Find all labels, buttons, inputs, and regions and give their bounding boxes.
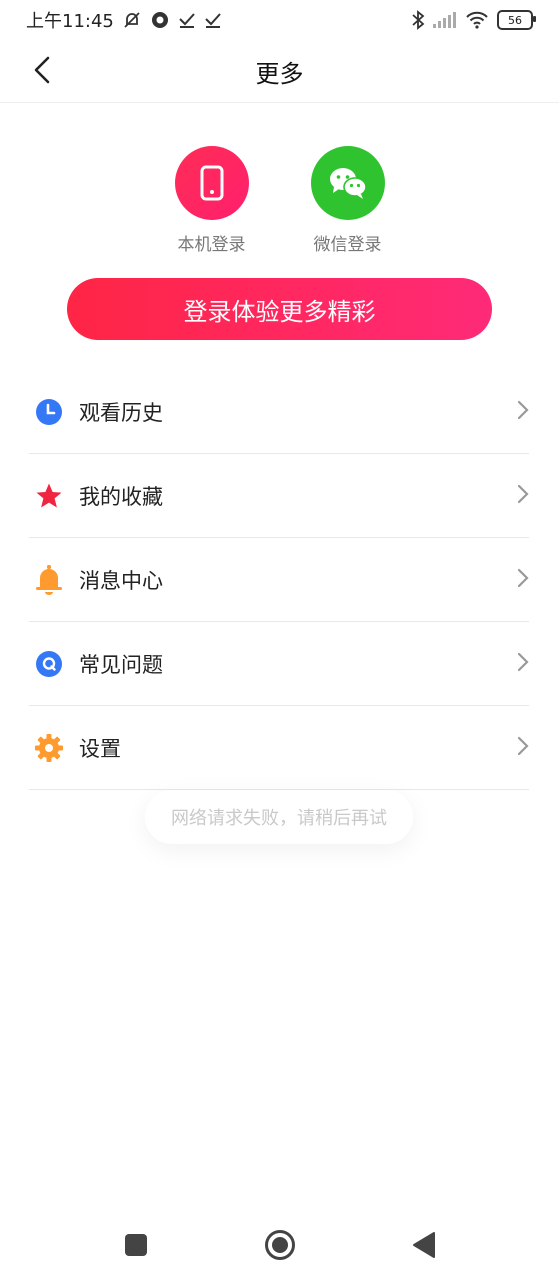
menu-item-history[interactable]: 观看历史 (29, 370, 529, 454)
screen: 上午11:45 56 更多 本机登录 微信登录 登录体验更多精彩 观看历史 我的… (0, 0, 559, 1280)
menu-item-label: 设置 (79, 736, 121, 761)
star-icon (33, 480, 65, 512)
menu-item-faq[interactable]: 常见问题 (29, 622, 529, 706)
mute-bell-icon (122, 10, 142, 30)
menu-item-label: 观看历史 (79, 400, 163, 425)
status-bar: 上午11:45 56 (0, 0, 559, 40)
menu-item-settings[interactable]: 设置 (29, 706, 529, 790)
chevron-right-icon (517, 736, 529, 756)
battery-indicator: 56 (497, 10, 536, 30)
location-icon (150, 10, 170, 30)
menu-item-label: 常见问题 (79, 652, 163, 677)
chevron-right-icon (517, 652, 529, 672)
back-nav-button[interactable] (404, 1225, 444, 1265)
menu-item-label: 消息中心 (79, 568, 163, 593)
phone-login-label: 本机登录 (177, 235, 246, 255)
signal-icon (433, 12, 457, 28)
login-button[interactable]: 登录体验更多精彩 (67, 278, 492, 340)
wechat-icon (329, 168, 367, 199)
phone-icon (200, 165, 223, 201)
check-icon (178, 11, 196, 29)
login-options: 本机登录 微信登录 (0, 146, 559, 255)
check-icon (204, 11, 222, 29)
square-icon (124, 1234, 147, 1256)
chevron-right-icon (517, 484, 529, 504)
system-nav-bar (0, 1210, 559, 1280)
chevron-left-icon (34, 56, 50, 84)
menu-list: 观看历史 我的收藏 消息中心 常见问题 设置 (29, 370, 529, 790)
bluetooth-icon (411, 10, 425, 30)
wechat-login-circle[interactable] (310, 146, 385, 220)
wechat-login-label: 微信登录 (313, 235, 382, 255)
menu-item-favorites[interactable]: 我的收藏 (29, 454, 529, 538)
status-time: 上午11:45 (26, 11, 114, 32)
phone-login-option[interactable]: 本机登录 (174, 146, 250, 255)
status-right: 56 (411, 10, 536, 30)
back-button[interactable] (20, 48, 64, 92)
phone-login-circle[interactable] (174, 146, 249, 220)
wechat-login-option[interactable]: 微信登录 (310, 146, 386, 255)
page-title: 更多 (255, 59, 304, 88)
question-icon (33, 648, 65, 680)
triangle-back-icon (412, 1232, 435, 1258)
circle-icon (264, 1230, 295, 1260)
wifi-icon (465, 11, 489, 29)
status-left: 上午11:45 (26, 7, 222, 33)
menu-item-label: 我的收藏 (79, 484, 163, 509)
bell-icon (33, 564, 65, 596)
chevron-right-icon (517, 400, 529, 420)
error-toast: 网络请求失败，请稍后再试 (145, 790, 413, 844)
recent-apps-button[interactable] (116, 1225, 156, 1265)
chevron-right-icon (517, 568, 529, 588)
clock-icon (33, 396, 65, 428)
gear-icon (33, 732, 65, 764)
header: 更多 (0, 40, 559, 103)
menu-item-messages[interactable]: 消息中心 (29, 538, 529, 622)
home-button[interactable] (260, 1225, 300, 1265)
